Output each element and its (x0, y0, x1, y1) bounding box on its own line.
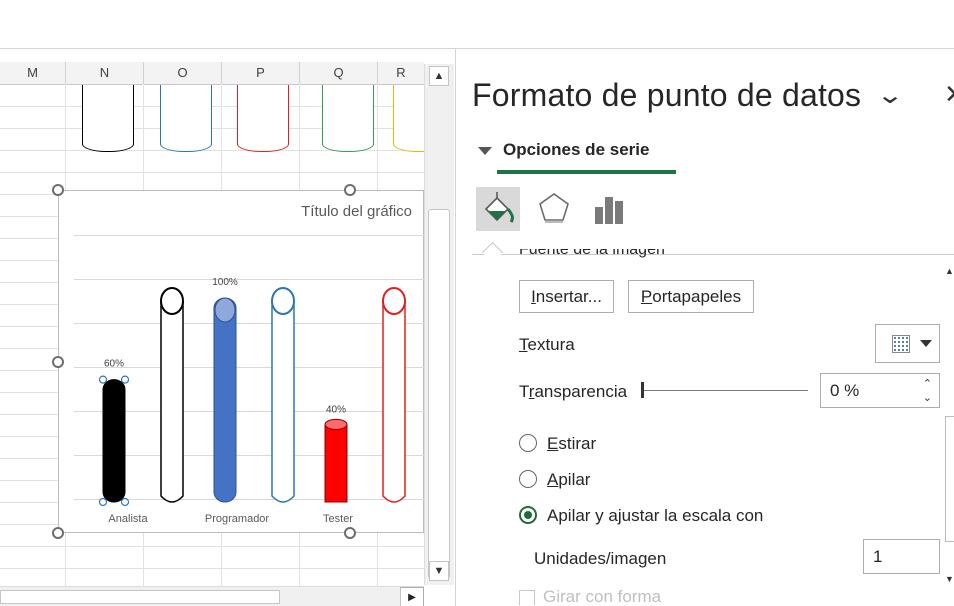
data-label-programador[interactable]: 100% (212, 277, 238, 288)
scroll-thumb[interactable] (0, 590, 280, 604)
series-options-button[interactable] (588, 187, 632, 231)
tube-outline-red[interactable] (382, 301, 406, 503)
data-point-handle[interactable] (98, 375, 108, 384)
chart-area[interactable]: Título del gráfico 60% Analista 100% Progra… (58, 190, 425, 534)
stack-label[interactable]: Apilar (547, 470, 590, 490)
data-bar-top-programador[interactable] (214, 297, 236, 323)
bar-chart-icon (595, 197, 623, 224)
chevron-down-icon[interactable]: ⌄ (876, 81, 904, 110)
data-point-handle[interactable] (120, 375, 130, 384)
data-label-analista[interactable]: 60% (104, 359, 124, 370)
data-bar-analista[interactable] (102, 379, 126, 503)
tube-outline-black-cap[interactable] (160, 287, 184, 315)
insert-button[interactable]: Insertar... (519, 280, 614, 313)
pane-vertical-scrollbar[interactable]: ▲ ▼ (945, 264, 954, 596)
chart-resize-handle[interactable] (52, 184, 64, 196)
spin-down-icon[interactable]: ⌄ (923, 391, 932, 404)
data-bar-tester[interactable] (324, 423, 348, 503)
texture-swatch-icon (892, 335, 910, 353)
data-bar-top-tester[interactable] (324, 418, 348, 430)
column-header-m[interactable]: M (0, 62, 65, 85)
tab-pointer (481, 241, 504, 264)
scroll-thumb[interactable] (945, 416, 954, 542)
pane-title: Formato de punto de datos (472, 77, 862, 113)
column-header-o[interactable]: O (144, 62, 221, 85)
fill-line-button[interactable] (476, 187, 520, 231)
transparency-slider-track[interactable] (643, 390, 808, 391)
clipboard-button[interactable]: Portapapeles (628, 280, 754, 313)
column-header-r[interactable]: R (378, 62, 424, 85)
column-header-p[interactable]: P (222, 62, 299, 85)
stack-radio[interactable] (519, 470, 537, 488)
tube-shape-green[interactable] (322, 85, 374, 152)
texture-label: Textura (519, 335, 575, 354)
units-per-picture-label: Unidades/imagen (534, 549, 667, 568)
scroll-up-button[interactable]: ▲ (429, 66, 449, 86)
paint-bucket-icon (484, 192, 514, 223)
data-label-tester[interactable]: 40% (326, 404, 346, 415)
worksheet[interactable]: M N O P Q R Título del gráfico 60% Analis… (0, 49, 454, 606)
scroll-down-icon[interactable]: ▼ (945, 574, 954, 584)
tube-outline-blue-cap[interactable] (271, 287, 295, 315)
scroll-thumb[interactable] (428, 209, 450, 579)
tube-outline-red-cap[interactable] (382, 287, 406, 315)
close-icon[interactable]: ✕ (944, 79, 954, 110)
stretch-label[interactable]: Estirar (547, 434, 596, 454)
chart-resize-handle[interactable] (52, 356, 64, 368)
scroll-right-button[interactable]: ▶ (400, 587, 424, 606)
sheet-horizontal-scrollbar[interactable]: ▶ (0, 586, 424, 606)
texture-dropdown[interactable] (875, 324, 940, 363)
column-header-n[interactable]: N (66, 62, 143, 85)
stack-and-scale-radio[interactable] (519, 506, 537, 524)
ribbon-area (0, 0, 954, 49)
dropdown-arrow-icon (920, 340, 932, 347)
transparency-spinner[interactable]: 0 % ⌃ ⌄ (820, 373, 940, 408)
tube-shape-black[interactable] (82, 85, 134, 152)
effects-button[interactable] (532, 187, 576, 231)
rotate-with-shape-checkbox[interactable] (519, 589, 535, 605)
chart-resize-handle[interactable] (52, 527, 64, 539)
rotate-with-shape-option[interactable]: Girar con forma (519, 587, 661, 605)
category-label-tester[interactable]: Tester (323, 513, 353, 525)
scroll-down-button[interactable]: ▼ (429, 561, 449, 581)
series-options-label: Opciones de serie (503, 140, 650, 159)
tube-outline-blue[interactable] (271, 301, 295, 503)
sheet-vertical-scrollbar[interactable]: ▲ ▼ (424, 64, 454, 585)
image-source-label: Fuente de la imagen (519, 249, 665, 258)
data-bar-programador[interactable] (213, 297, 237, 503)
transparency-value[interactable]: 0 % (830, 381, 859, 401)
chart-graphic[interactable]: 60% Analista 100% Programador 40% Tester (59, 191, 425, 534)
category-label-analista[interactable]: Analista (108, 513, 148, 525)
format-data-point-pane: Formato de punto de datos ⌄ ✕ Opciones d… (455, 49, 954, 606)
stack-and-scale-label[interactable]: Apilar y ajustar la escala con (547, 506, 763, 526)
data-point-handle[interactable] (98, 497, 108, 507)
scroll-up-icon[interactable]: ▲ (945, 266, 954, 276)
tube-shape-red[interactable] (237, 85, 289, 152)
tab-underline (497, 170, 676, 174)
data-point-handle[interactable] (120, 497, 130, 507)
category-label-programador[interactable]: Programador (205, 513, 270, 525)
transparency-label: Transparencia (519, 382, 628, 401)
rotate-with-shape-label: Girar con forma (543, 587, 662, 605)
tube-outline-black[interactable] (160, 301, 184, 503)
units-per-picture-input[interactable]: 1 (863, 539, 940, 574)
spin-up-icon[interactable]: ⌃ (923, 377, 932, 390)
transparency-slider-thumb[interactable] (641, 382, 644, 398)
stretch-radio[interactable] (519, 434, 537, 452)
chart-resize-handle[interactable] (344, 527, 356, 539)
chart-resize-handle[interactable] (344, 184, 356, 196)
triangle-down-icon (478, 147, 492, 155)
column-header-q[interactable]: Q (300, 62, 377, 85)
pentagon-icon (539, 193, 569, 223)
tube-shape-blue[interactable] (160, 85, 212, 152)
